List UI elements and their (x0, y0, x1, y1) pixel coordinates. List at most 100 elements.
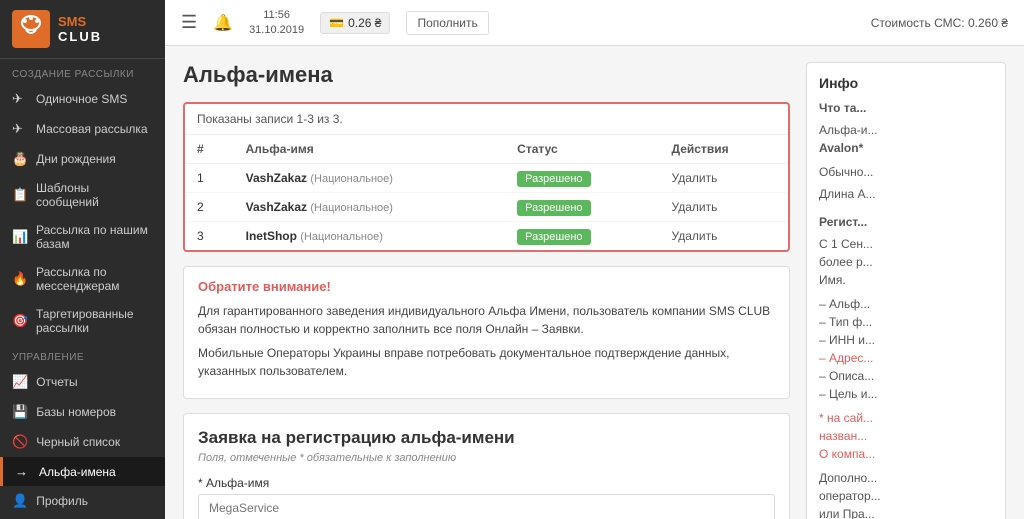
sidebar-section-label-manage: Управление (0, 342, 165, 367)
status-badge: Разрешено (517, 200, 590, 216)
row-status: Разрешено (505, 222, 659, 251)
register-list: – Альф...– Тип ф...– ИНН и...– Адрес...–… (819, 295, 993, 403)
time-display: 11:56 (249, 8, 304, 22)
sidebar-item-label: Рассылка по мессенджерам (36, 265, 153, 293)
base-icon: 📊 (12, 229, 28, 245)
notice-title: Обратите внимание! (198, 279, 775, 294)
content-main: Альфа-имена Показаны записи 1-3 из 3. # … (183, 62, 790, 519)
card-icon: 💳 (329, 16, 344, 30)
alpha-names-table: # Альфа-имя Статус Действия 1 VashZakaz … (185, 135, 788, 250)
delete-link[interactable]: Удалить (672, 200, 718, 214)
logo-sms: SMS (58, 14, 102, 29)
table-info: Показаны записи 1-3 из 3. (185, 104, 788, 135)
table-row: 1 VashZakaz (Национальное) Разрешено Уда… (185, 164, 788, 193)
sidebar-item-templates[interactable]: 📋 Шаблоны сообщений (0, 174, 165, 216)
info-text-ordinary: Обычно... (819, 163, 993, 181)
col-num: # (185, 135, 234, 164)
row-name: VashZakaz (Национальное) (234, 164, 506, 193)
alpha-field-label: * Альфа-имя (198, 476, 775, 490)
row-action[interactable]: Удалить (660, 222, 788, 251)
info-panel: Инфо Что та... Альфа-и...Avalon* Обычно.… (806, 62, 1006, 519)
sidebar-item-label: Отчеты (36, 375, 77, 389)
sidebar-item-label: Массовая рассылка (36, 122, 148, 136)
template-icon: 📋 (12, 187, 28, 203)
sidebar-item-alpha-names[interactable]: → Альфа-имена (0, 457, 165, 486)
notice-box: Обратите внимание! Для гарантированного … (183, 266, 790, 399)
bell-icon[interactable]: 🔔 (213, 13, 233, 33)
date-display: 31.10.2019 (249, 23, 304, 37)
row-status: Разрешено (505, 164, 659, 193)
send-mass-icon: ✈ (12, 121, 28, 137)
sidebar-section-manage: Управление 📈 Отчеты 💾 Базы номеров 🚫 Чер… (0, 342, 165, 519)
form-title: Заявка на регистрацию альфа-имени (198, 428, 775, 448)
row-name: VashZakaz (Национальное) (234, 193, 506, 222)
table-row: 3 InetShop (Национальное) Разрешено Удал… (185, 222, 788, 251)
info-note-red: * на сай...назван...О компа... (819, 409, 993, 463)
logo: SMS CLUB (0, 0, 165, 59)
registration-form: Заявка на регистрацию альфа-имени Поля, … (183, 413, 790, 519)
sidebar-item-targeted[interactable]: 🎯 Таргетированные рассылки (0, 300, 165, 342)
sidebar-item-label: Альфа-имена (39, 465, 116, 479)
targeted-icon: 🎯 (12, 313, 28, 329)
info-text-length: Длина А... (819, 185, 993, 203)
messenger-icon: 🔥 (12, 271, 28, 287)
table-row: 2 VashZakaz (Национальное) Разрешено Уда… (185, 193, 788, 222)
topbar: ☰ 🔔 11:56 31.10.2019 💳 0.26 ₴ Пополнить … (165, 0, 1024, 46)
info-text-what: Что та... (819, 99, 993, 117)
row-num: 3 (185, 222, 234, 251)
sidebar-item-blacklist[interactable]: 🚫 Черный список (0, 427, 165, 457)
birthday-icon: 🎂 (12, 151, 28, 167)
form-hint: Поля, отмеченные * обязательные к заполн… (198, 452, 775, 464)
sidebar-item-reports[interactable]: 📈 Отчеты (0, 367, 165, 397)
sidebar-item-label: Профиль (36, 494, 88, 508)
sidebar-item-messengers[interactable]: 🔥 Рассылка по мессенджерам (0, 258, 165, 300)
row-num: 1 (185, 164, 234, 193)
reports-icon: 📈 (12, 374, 28, 390)
logo-club: CLUB (58, 29, 102, 44)
info-panel-title: Инфо (819, 75, 993, 91)
content-area: Альфа-имена Показаны записи 1-3 из 3. # … (165, 46, 1024, 519)
database-icon: 💾 (12, 404, 28, 420)
sidebar-item-our-base[interactable]: 📊 Рассылка по нашим базам (0, 216, 165, 258)
sidebar-item-label: Базы номеров (36, 405, 116, 419)
row-num: 2 (185, 193, 234, 222)
balance-value: 0.26 ₴ (348, 16, 381, 30)
sidebar: SMS CLUB Создание рассылки ✈ Одиночное S… (0, 0, 165, 519)
row-status: Разрешено (505, 193, 659, 222)
menu-icon[interactable]: ☰ (181, 12, 197, 33)
main-content: ☰ 🔔 11:56 31.10.2019 💳 0.26 ₴ Пополнить … (165, 0, 1024, 519)
sidebar-item-label: Таргетированные рассылки (36, 307, 153, 335)
replenish-button[interactable]: Пополнить (406, 11, 488, 35)
sidebar-item-single-sms[interactable]: ✈ Одиночное SMS (0, 84, 165, 114)
form-group-alpha: * Альфа-имя (198, 476, 775, 519)
col-name: Альфа-имя (234, 135, 506, 164)
sidebar-item-number-bases[interactable]: 💾 Базы номеров (0, 397, 165, 427)
row-name: InetShop (Национальное) (234, 222, 506, 251)
profile-icon: 👤 (12, 493, 28, 509)
alpha-name-input[interactable] (198, 494, 775, 519)
delete-link[interactable]: Удалить (672, 171, 718, 185)
sms-cost: Стоимость СМС: 0.260 ₴ (871, 16, 1008, 30)
sidebar-item-profile[interactable]: 👤 Профиль (0, 486, 165, 516)
sidebar-item-label: Дни рождения (36, 152, 116, 166)
notice-text-1: Для гарантированного заведения индивидуа… (198, 302, 775, 338)
page-title: Альфа-имена (183, 62, 790, 88)
sidebar-item-label: Одиночное SMS (36, 92, 127, 106)
row-action[interactable]: Удалить (660, 164, 788, 193)
blacklist-icon: 🚫 (12, 434, 28, 450)
status-badge: Разрешено (517, 171, 590, 187)
sidebar-section-create: Создание рассылки ✈ Одиночное SMS ✈ Масс… (0, 59, 165, 342)
col-actions: Действия (660, 135, 788, 164)
balance-display: 💳 0.26 ₴ (320, 12, 390, 34)
sidebar-section-label-create: Создание рассылки (0, 59, 165, 84)
register-body: С 1 Сен...более р...Имя. (819, 235, 993, 289)
alpha-names-table-section: Показаны записи 1-3 из 3. # Альфа-имя Ст… (183, 102, 790, 252)
sidebar-item-birthday[interactable]: 🎂 Дни рождения (0, 144, 165, 174)
row-action[interactable]: Удалить (660, 193, 788, 222)
logo-icon (12, 10, 50, 48)
info-additional: Дополно...оператор...или Пра... (819, 469, 993, 519)
delete-link[interactable]: Удалить (672, 229, 718, 243)
sidebar-item-label: Черный список (36, 435, 120, 449)
sidebar-item-mass-sms[interactable]: ✈ Массовая рассылка (0, 114, 165, 144)
sidebar-item-label: Рассылка по нашим базам (36, 223, 153, 251)
